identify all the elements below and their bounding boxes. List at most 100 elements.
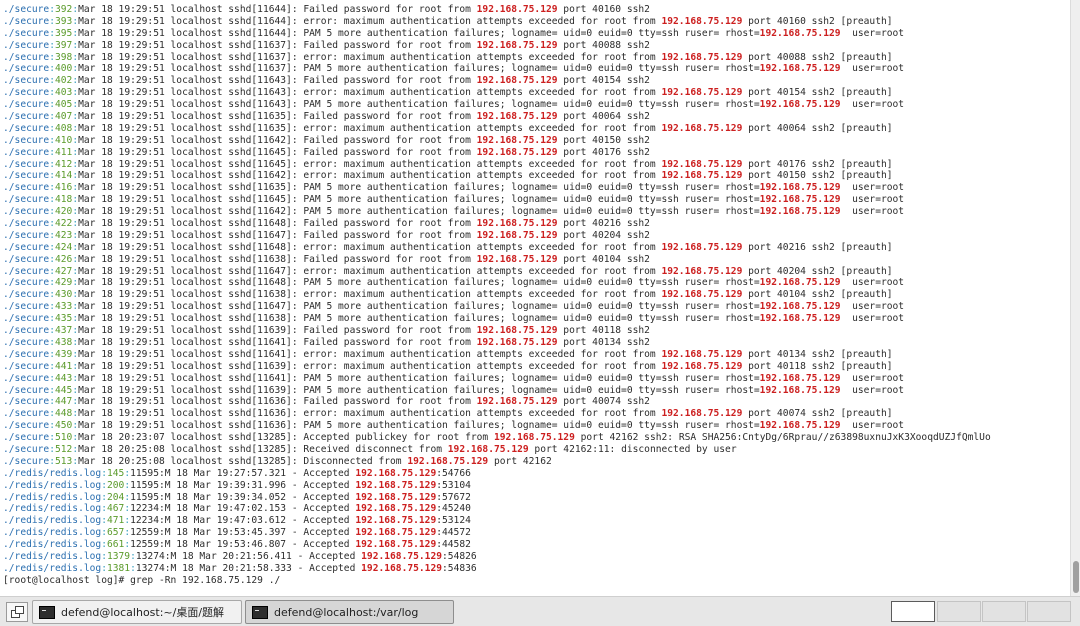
matched-ip: 192.168.75.129 <box>407 455 489 467</box>
match-filename: ./secure <box>3 99 50 111</box>
match-filename: ./secure <box>3 241 50 253</box>
terminal-line: ./secure:403:Mar 18 19:29:51 localhost s… <box>3 87 1070 99</box>
log-text: Mar 18 19:29:51 localhost sshd[11648]: F… <box>78 218 477 230</box>
log-text-tail: port 40204 ssh2 <box>557 229 650 241</box>
terminal-line: ./secure:398:Mar 18 19:29:51 localhost s… <box>3 52 1070 64</box>
taskbar: defend@localhost:~/桌面/题解 defend@localhos… <box>0 596 1080 626</box>
taskbar-window-desktop-terminal[interactable]: defend@localhost:~/桌面/题解 <box>32 600 242 624</box>
terminal-line: ./secure:407:Mar 18 19:29:51 localhost s… <box>3 111 1070 123</box>
matched-ip: 192.168.75.129 <box>661 348 743 360</box>
log-text-tail: port 40088 ssh2 [preauth] <box>742 51 893 63</box>
terminal-line: ./secure:410:Mar 18 19:29:51 localhost s… <box>3 135 1070 147</box>
log-text: 11595:M 18 Mar 19:27:57.321 - Accepted <box>130 467 356 479</box>
log-text: Mar 18 19:29:51 localhost sshd[11647]: P… <box>78 301 760 313</box>
matched-ip: 192.168.75.129 <box>476 75 558 87</box>
workspace-4[interactable] <box>1027 601 1071 622</box>
match-line-number: 439 <box>55 348 73 360</box>
terminal-line: ./secure:438:Mar 18 19:29:51 localhost s… <box>3 337 1070 349</box>
log-text-tail: port 40154 ssh2 [preauth] <box>742 87 893 99</box>
match-filename: ./secure <box>3 27 50 39</box>
match-filename: ./secure <box>3 301 50 313</box>
match-line-number: 408 <box>55 122 73 134</box>
matched-ip: 192.168.75.129 <box>476 134 558 146</box>
match-filename: ./redis/redis.log <box>3 550 102 562</box>
terminal-window[interactable]: ./secure:392:Mar 18 19:29:51 localhost s… <box>0 0 1070 596</box>
matched-ip: 192.168.75.129 <box>759 206 841 218</box>
log-text: 12559:M 18 Mar 19:53:45.397 - Accepted <box>130 527 356 539</box>
log-text: 11595:M 18 Mar 19:39:34.052 - Accepted <box>130 491 356 503</box>
match-line-number: 429 <box>55 277 73 289</box>
log-text: Mar 18 19:29:51 localhost sshd[11645]: F… <box>78 146 477 158</box>
workspace-1[interactable] <box>891 601 935 622</box>
terminal-line: ./redis/redis.log:200:11595:M 18 Mar 19:… <box>3 480 1070 492</box>
matched-ip: 192.168.75.129 <box>759 277 841 289</box>
log-text-tail: :53104 <box>436 479 471 491</box>
matched-ip: 192.168.75.129 <box>476 336 558 348</box>
terminal-line: ./secure:510:Mar 18 20:23:07 localhost s… <box>3 432 1070 444</box>
log-text: Mar 18 19:29:51 localhost sshd[11644]: P… <box>78 27 760 39</box>
log-text-tail: user=root <box>840 313 905 325</box>
log-text: 13274:M 18 Mar 20:21:56.411 - Accepted <box>135 550 362 562</box>
match-filename: ./secure <box>3 75 50 87</box>
log-text: Mar 18 19:29:51 localhost sshd[11648]: P… <box>78 277 760 289</box>
matched-ip: 192.168.75.129 <box>355 503 437 515</box>
terminal-output: ./secure:392:Mar 18 19:29:51 localhost s… <box>0 0 1070 587</box>
workspace-3[interactable] <box>982 601 1026 622</box>
matched-ip: 192.168.75.129 <box>661 241 743 253</box>
terminal-line: ./redis/redis.log:467:12234:M 18 Mar 19:… <box>3 503 1070 515</box>
matched-ip: 192.168.75.129 <box>661 122 743 134</box>
terminal-line: ./secure:420:Mar 18 19:29:51 localhost s… <box>3 206 1070 218</box>
terminal-line: ./secure:408:Mar 18 19:29:51 localhost s… <box>3 123 1070 135</box>
log-text: Mar 18 19:29:51 localhost sshd[11642]: P… <box>78 206 760 218</box>
matched-ip: 192.168.75.129 <box>759 27 841 39</box>
terminal-line: ./secure:423:Mar 18 19:29:51 localhost s… <box>3 230 1070 242</box>
matched-ip: 192.168.75.129 <box>476 396 558 408</box>
match-filename: ./redis/redis.log <box>3 467 102 479</box>
log-text: Mar 18 19:29:51 localhost sshd[11642]: F… <box>78 134 477 146</box>
terminal-line: ./secure:429:Mar 18 19:29:51 localhost s… <box>3 277 1070 289</box>
match-filename: ./secure <box>3 229 50 241</box>
terminal-line: ./secure:414:Mar 18 19:29:51 localhost s… <box>3 170 1070 182</box>
terminal-line: ./secure:416:Mar 18 19:29:51 localhost s… <box>3 182 1070 194</box>
matched-ip: 192.168.75.129 <box>355 515 437 527</box>
log-text: Mar 18 19:29:51 localhost sshd[11637]: P… <box>78 63 760 75</box>
match-line-number: 420 <box>55 206 73 218</box>
log-text: Mar 18 19:29:51 localhost sshd[11635]: P… <box>78 182 760 194</box>
terminal-line: ./secure:424:Mar 18 19:29:51 localhost s… <box>3 242 1070 254</box>
match-line-number: 411 <box>55 146 73 158</box>
match-line-number: 450 <box>55 420 73 432</box>
log-text: Mar 18 19:29:51 localhost sshd[11647]: e… <box>78 265 662 277</box>
match-filename: ./secure <box>3 420 50 432</box>
matched-ip: 192.168.75.129 <box>476 229 558 241</box>
terminal-icon <box>252 605 268 619</box>
log-text: 12234:M 18 Mar 19:47:03.612 - Accepted <box>130 515 356 527</box>
log-text: Mar 18 19:29:51 localhost sshd[11645]: e… <box>78 158 662 170</box>
log-text: Mar 18 19:29:51 localhost sshd[11641]: F… <box>78 336 477 348</box>
log-text-tail: user=root <box>840 206 905 218</box>
shell-prompt[interactable]: [root@localhost log]# grep -Rn 192.168.7… <box>3 575 1070 587</box>
matched-ip: 192.168.75.129 <box>759 182 841 194</box>
workspace-2[interactable] <box>937 601 981 622</box>
log-text: Mar 18 19:29:51 localhost sshd[11637]: e… <box>78 51 662 63</box>
log-text-tail: port 40204 ssh2 [preauth] <box>742 265 893 277</box>
match-line-number: 416 <box>55 182 73 194</box>
match-line-number: 467 <box>106 503 125 515</box>
taskbar-window-log-terminal[interactable]: defend@localhost:/var/log <box>245 600 454 624</box>
log-text: Mar 18 19:29:51 localhost sshd[11647]: F… <box>78 229 477 241</box>
show-desktop-icon[interactable] <box>6 602 28 622</box>
log-text-tail: :44572 <box>436 527 471 539</box>
log-text: Mar 18 19:29:51 localhost sshd[11644]: F… <box>78 4 477 15</box>
match-filename: ./secure <box>3 443 50 455</box>
terminal-line: ./secure:513:Mar 18 20:25:08 localhost s… <box>3 456 1070 468</box>
match-filename: ./secure <box>3 277 50 289</box>
match-filename: ./secure <box>3 313 50 325</box>
match-filename: ./secure <box>3 134 50 146</box>
log-text-tail: port 40074 ssh2 <box>557 396 650 408</box>
match-line-number: 513 <box>55 455 73 467</box>
scrollbar-thumb[interactable] <box>1073 561 1079 593</box>
matched-ip: 192.168.75.129 <box>447 443 529 455</box>
log-text-tail: port 42162 ssh2: RSA SHA256:CntyDg/6Rpra… <box>574 432 991 444</box>
matched-ip: 192.168.75.129 <box>355 491 437 503</box>
match-line-number: 430 <box>55 289 73 301</box>
terminal-scrollbar[interactable] <box>1070 0 1080 596</box>
